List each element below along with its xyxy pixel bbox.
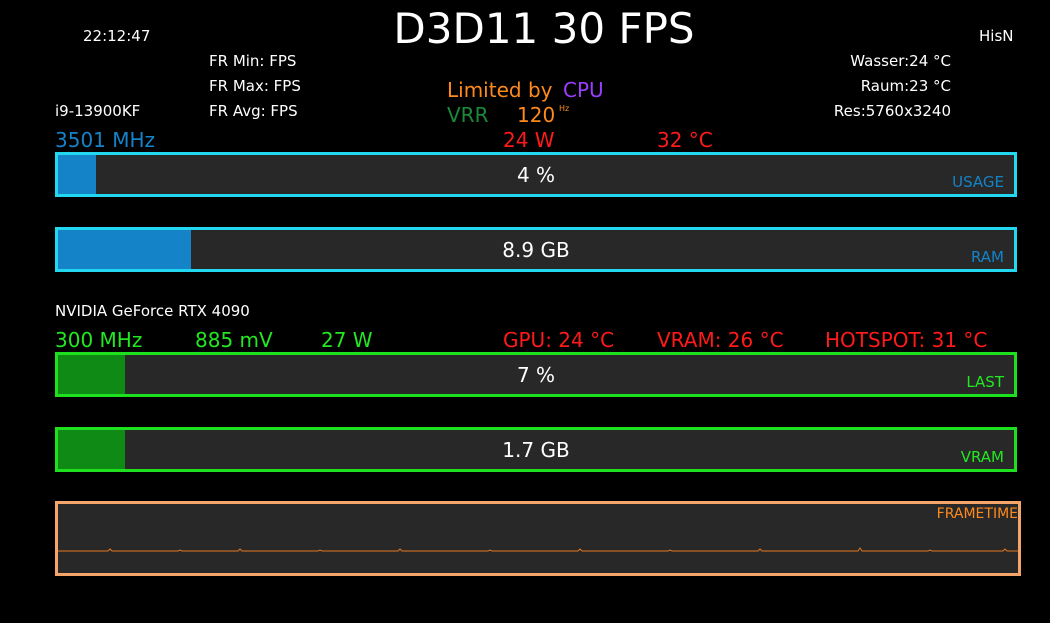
gpu-power: 27 W bbox=[321, 328, 373, 352]
gpu-temp: GPU: 24 °C bbox=[503, 328, 615, 352]
refresh-unit: Hz bbox=[559, 104, 570, 113]
ram-bar: 8.9 GB RAM bbox=[55, 227, 1017, 272]
room-temp: Raum:23 °C bbox=[860, 77, 951, 95]
gpu-name: NVIDIA GeForce RTX 4090 bbox=[55, 302, 250, 320]
gpu-voltage: 885 mV bbox=[195, 328, 273, 352]
limited-by-label: Limited by bbox=[447, 78, 553, 102]
vram-bar: 1.7 GB VRAM bbox=[55, 427, 1017, 472]
fr-max: FR Max: FPS bbox=[209, 77, 301, 95]
ram-tag: RAM bbox=[970, 248, 1004, 266]
cpu-usage-value: 4 % bbox=[516, 162, 556, 187]
fr-min: FR Min: FPS bbox=[209, 52, 297, 70]
gpu-clock: 300 MHz bbox=[55, 328, 143, 352]
ram-value: 8.9 GB bbox=[502, 237, 570, 262]
gpu-load-value: 7 % bbox=[516, 362, 556, 387]
resolution: Res:5760x3240 bbox=[833, 102, 951, 120]
gpu-load-tag: LAST bbox=[966, 373, 1004, 391]
vram-value: 1.7 GB bbox=[502, 437, 570, 462]
cpu-temp: 32 °C bbox=[657, 128, 713, 152]
vram-tag: VRAM bbox=[960, 448, 1004, 466]
water-temp: Wasser:24 °C bbox=[850, 52, 951, 70]
frametime-line bbox=[58, 547, 1018, 552]
refresh-rate: 120 bbox=[517, 103, 556, 127]
cpu-power: 24 W bbox=[503, 128, 555, 152]
fr-avg: FR Avg: FPS bbox=[209, 102, 298, 120]
user-name: HisN bbox=[979, 27, 1014, 45]
gpu-load-bar: 7 % LAST bbox=[55, 352, 1017, 397]
frametime-graph: FRAMETIME bbox=[55, 501, 1021, 576]
limited-by-value: CPU bbox=[563, 78, 604, 102]
cpu-usage-bar: 4 % USAGE bbox=[55, 152, 1017, 197]
vram-temp: VRAM: 26 °C bbox=[657, 328, 784, 352]
cpu-clock: 3501 MHz bbox=[55, 128, 156, 152]
cpu-name: i9-13900KF bbox=[55, 102, 141, 120]
hotspot-temp: HOTSPOT: 31 °C bbox=[825, 328, 988, 352]
api-fps-title: D3D11 30 FPS bbox=[393, 4, 695, 53]
cpu-usage-tag: USAGE bbox=[952, 173, 1004, 191]
vrr-label: VRR bbox=[447, 103, 489, 127]
